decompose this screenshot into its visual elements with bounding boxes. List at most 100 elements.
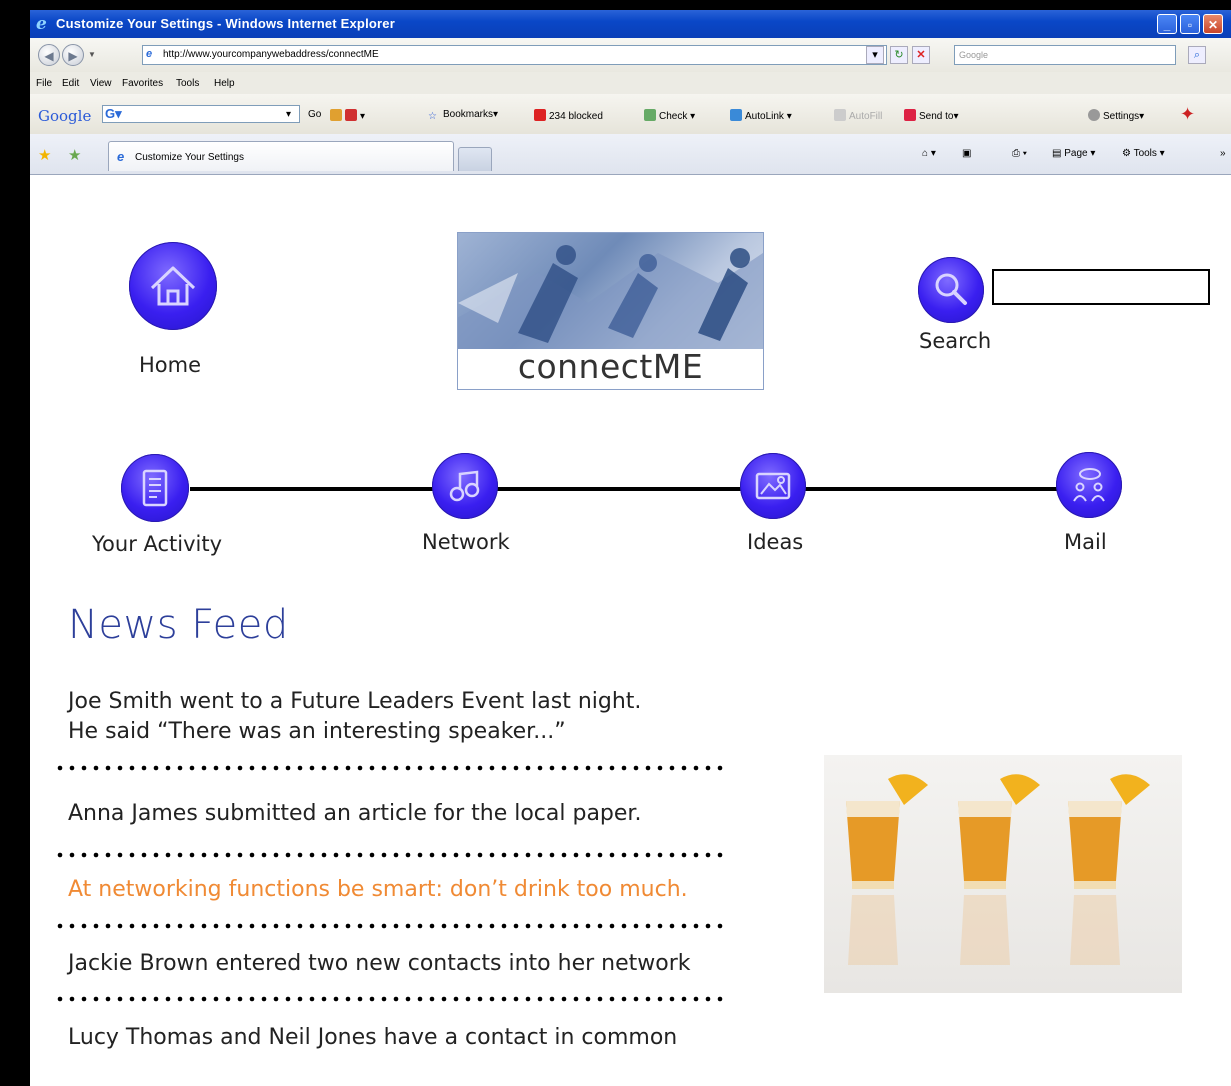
ideas-button[interactable] — [740, 453, 806, 519]
feed-item-5[interactable]: Lucy Thomas and Neil Jones have a contac… — [68, 1023, 677, 1053]
minimize-button[interactable]: _ — [1157, 14, 1177, 34]
acrobat-icon[interactable]: ✦ — [1180, 104, 1195, 125]
autolink-icon — [730, 109, 742, 121]
google-toolbar: Google G▾ ▾ Go ▾ ☆ Bookmarks▾ 234 blocked… — [30, 94, 1231, 135]
feeds-icon[interactable]: ▣ — [962, 148, 971, 159]
ie-logo-icon: e — [36, 14, 47, 34]
home-toolbar-icon[interactable]: ⌂ ▾ — [922, 148, 936, 159]
maximize-button[interactable]: ▫ — [1180, 14, 1200, 34]
news-feed-heading: News Feed — [68, 602, 289, 648]
page-icon: e — [146, 48, 153, 60]
check-icon — [644, 109, 656, 121]
settings-button[interactable]: Settings▾ — [1088, 109, 1144, 122]
magnifier-icon — [935, 273, 967, 305]
favorites-star-icon[interactable]: ★ — [38, 146, 51, 164]
url-dropdown-icon[interactable]: ▾ — [866, 46, 884, 64]
feed-item-4[interactable]: Jackie Brown entered two new contacts in… — [68, 949, 691, 979]
feed-item-3-text: At networking functions be smart: don’t … — [68, 877, 688, 902]
picture-icon — [755, 472, 791, 500]
browser-window: e Customize Your Settings - Windows Inte… — [30, 10, 1231, 1086]
tab-bar: ★ ★ e Customize Your Settings ⌂ ▾ ▣ ⎙ ▾ … — [30, 134, 1231, 175]
address-bar: ◀ ▶ ▼ e http://www.yourcompanywebaddress… — [30, 38, 1231, 73]
your-activity-button[interactable] — [121, 454, 189, 522]
mail-button[interactable] — [1056, 452, 1122, 518]
document-icon — [142, 469, 168, 507]
star-icon: ☆ — [428, 111, 437, 122]
feed-item-3-tip[interactable]: At networking functions be smart: don’t … — [68, 875, 688, 905]
feed-divider — [54, 852, 726, 858]
google-logo: Google — [38, 107, 92, 125]
menu-help[interactable]: Help — [214, 78, 235, 89]
network-icon — [449, 470, 480, 502]
house-icon — [150, 266, 196, 306]
ideas-label: Ideas — [747, 530, 804, 554]
toolbar-icon-group[interactable]: ▾ — [330, 109, 365, 122]
refresh-icon[interactable]: ↻ — [890, 46, 908, 64]
site-search-input[interactable] — [992, 269, 1210, 305]
feed-item-2[interactable]: Anna James submitted an article for the … — [68, 799, 641, 829]
search-go-icon[interactable]: ⌕ — [1188, 46, 1206, 64]
url-text: http://www.yourcompanywebaddress/connect… — [163, 49, 379, 60]
popup-blocker-button[interactable]: 234 blocked — [534, 109, 603, 122]
network-label: Network — [422, 530, 510, 554]
sendto-button[interactable]: Send to▾ — [904, 109, 959, 122]
tab-label: Customize Your Settings — [135, 152, 244, 163]
network-button[interactable] — [432, 453, 498, 519]
back-button[interactable]: ◀ — [38, 44, 60, 66]
new-tab-button[interactable] — [458, 147, 492, 171]
search-button[interactable] — [918, 257, 984, 323]
history-dropdown-icon[interactable]: ▼ — [88, 50, 96, 59]
google-dropdown-icon[interactable]: ▾ — [286, 109, 291, 120]
page-content: Home connectME Search Your Activity Netw… — [30, 175, 1231, 1086]
stop-icon[interactable]: ✕ — [912, 46, 930, 64]
connectme-logo: connectME — [457, 232, 764, 390]
menu-view[interactable]: View — [90, 78, 112, 89]
page-menu-button[interactable]: ▤ Page ▾ — [1052, 148, 1095, 159]
feed-item-1[interactable]: Joe Smith went to a Future Leaders Event… — [68, 687, 641, 747]
shot-glasses-image — [824, 755, 1182, 993]
mail-label: Mail — [1064, 530, 1107, 554]
menu-file[interactable]: File — [36, 78, 52, 89]
print-icon[interactable]: ⎙ ▾ — [1012, 148, 1027, 159]
tools-menu-button[interactable]: ⚙ Tools ▾ — [1122, 148, 1165, 159]
tab-customize-settings[interactable]: e Customize Your Settings — [108, 141, 454, 171]
add-favorite-icon[interactable]: ★ — [68, 146, 81, 164]
logo-text: connectME — [517, 347, 704, 386]
bookmarks-button[interactable]: ☆ Bookmarks▾ — [428, 109, 498, 123]
feed-item-5-text: Lucy Thomas and Neil Jones have a contac… — [68, 1025, 678, 1050]
search-field[interactable]: Google — [954, 45, 1176, 65]
search-placeholder: Google — [959, 50, 989, 60]
blocker-icon — [534, 109, 546, 121]
window-title: Customize Your Settings - Windows Intern… — [56, 16, 395, 31]
autofill-button[interactable]: AutoFill — [834, 109, 882, 122]
menu-tools[interactable]: Tools — [176, 78, 199, 89]
ie-tab-icon: e — [117, 149, 125, 164]
spellcheck-button[interactable]: Check ▾ — [644, 109, 695, 122]
url-input[interactable]: e http://www.yourcompanywebaddress/conne… — [142, 45, 887, 65]
menu-bar: File Edit View Favorites Tools Help — [30, 72, 1231, 94]
menu-favorites[interactable]: Favorites — [122, 78, 163, 89]
feed-divider — [54, 923, 726, 929]
home-label: Home — [139, 353, 202, 377]
google-search-input[interactable]: G▾ — [102, 105, 300, 123]
menu-edit[interactable]: Edit — [62, 78, 79, 89]
close-button[interactable]: ✕ — [1203, 14, 1223, 34]
feed-item-4-text: Jackie Brown entered two new contacts in… — [68, 951, 691, 976]
feed-divider — [54, 765, 726, 771]
logo-artwork — [458, 233, 763, 349]
forward-button[interactable]: ▶ — [62, 44, 84, 66]
settings-icon — [1088, 109, 1100, 121]
home-button[interactable] — [129, 242, 217, 330]
feed-divider — [54, 996, 726, 1002]
feed-item-1-line1: Joe Smith went to a Future Leaders Event… — [68, 689, 642, 714]
search-label: Search — [919, 329, 992, 353]
feed-item-2-text: Anna James submitted an article for the … — [68, 801, 642, 826]
your-activity-label: Your Activity — [92, 532, 223, 556]
title-bar: e Customize Your Settings - Windows Inte… — [30, 10, 1231, 38]
autofill-icon — [834, 109, 846, 121]
autolink-button[interactable]: AutoLink ▾ — [730, 109, 792, 122]
overflow-chevron-icon[interactable]: » — [1220, 148, 1226, 159]
go-button[interactable]: Go — [308, 109, 321, 120]
nav-timeline-line — [190, 487, 1082, 491]
feed-item-1-line2: He said “There was an interesting speake… — [68, 719, 566, 744]
